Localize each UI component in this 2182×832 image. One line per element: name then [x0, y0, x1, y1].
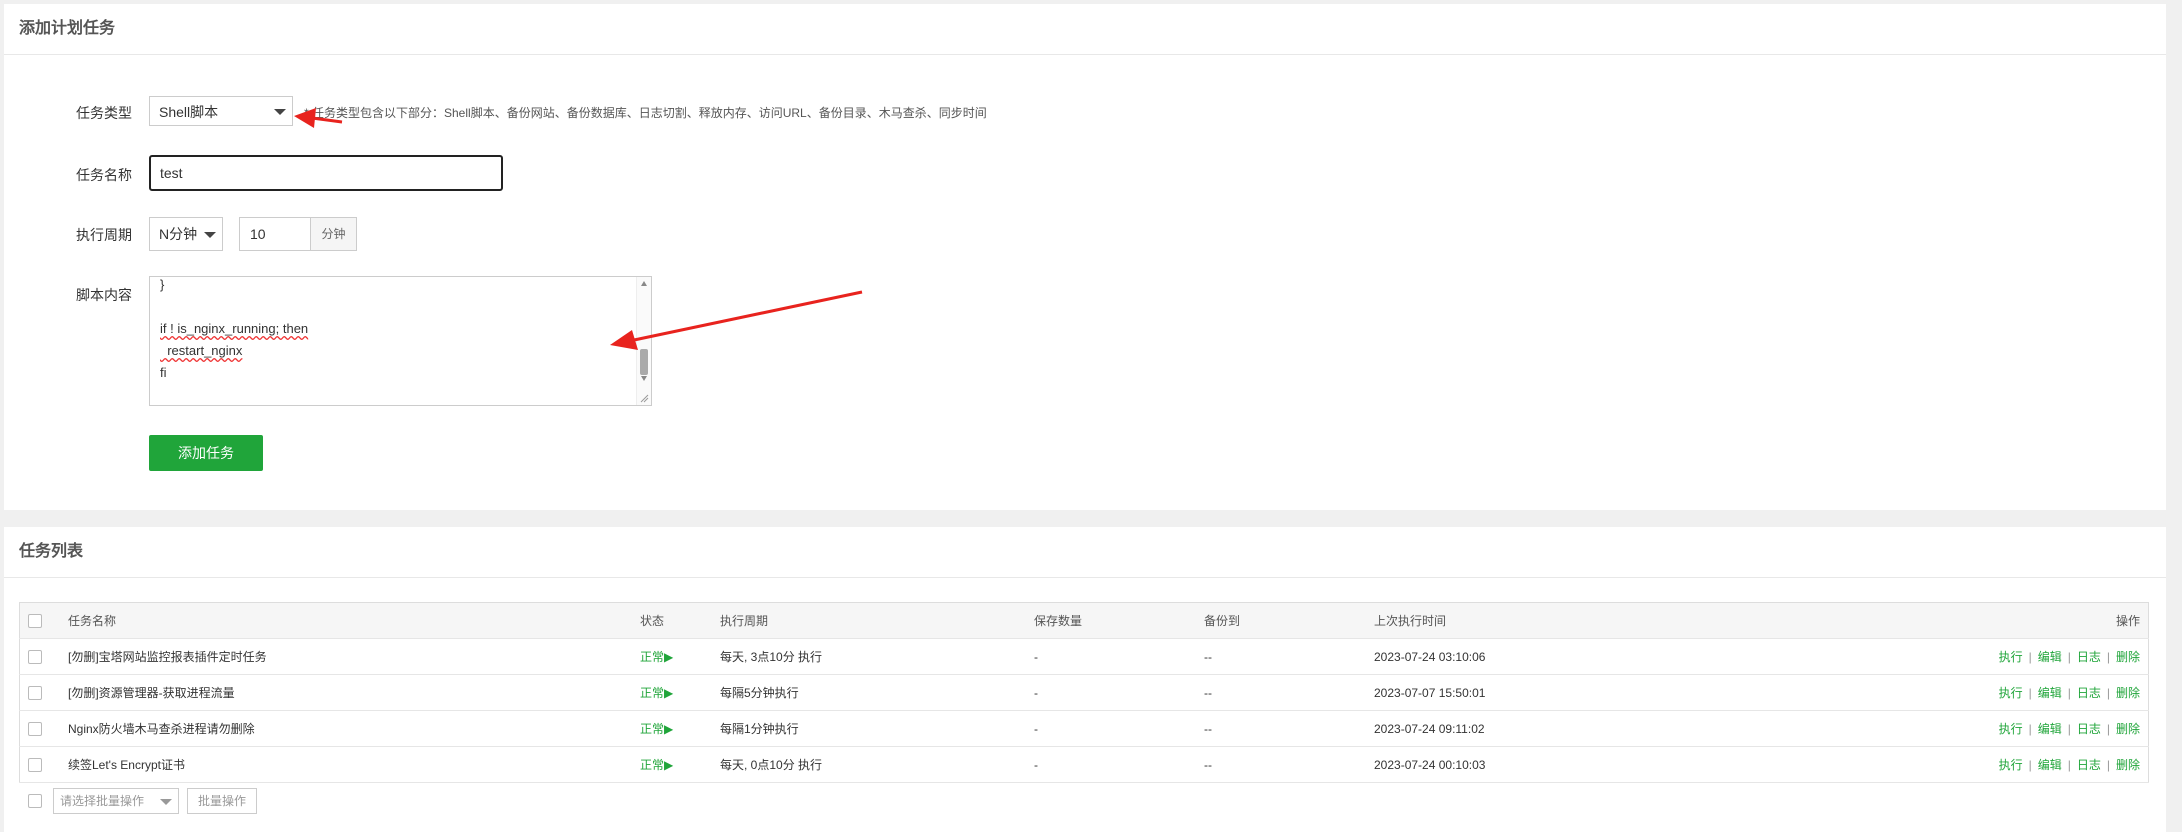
keep-cell: -	[1034, 710, 1204, 747]
log-link[interactable]: 日志	[2077, 758, 2101, 772]
actions-cell: 执行 | 编辑 | 日志 | 删除	[1734, 710, 2149, 747]
status-badge[interactable]: 正常▶	[640, 638, 720, 675]
actions-cell: 执行 | 编辑 | 日志 | 删除	[1734, 746, 2149, 783]
period-label: 执行周期	[76, 227, 132, 243]
task-name-cell: [勿删]宝塔网站监控报表插件定时任务	[68, 638, 640, 675]
bulk-action-placeholder: 请选择批量操作	[60, 794, 145, 808]
edit-link[interactable]: 编辑	[2038, 758, 2062, 772]
bulk-select-checkbox[interactable]	[28, 794, 42, 808]
task-name-value: test	[160, 165, 183, 181]
add-task-title: 添加计划任务	[4, 4, 2166, 55]
chevron-down-icon	[274, 109, 286, 115]
col-header-actions: 操作	[1734, 602, 2149, 639]
run-link[interactable]: 执行	[1999, 686, 2023, 700]
backup-cell: --	[1204, 746, 1374, 783]
task-list-panel: 任务列表 任务名称 状态 执行周期 保存数量 备份到 上次执行时间 操作 [勿删…	[4, 527, 2166, 832]
last-run-cell: 2023-07-24 09:11:02	[1374, 710, 1734, 747]
col-header-status: 状态	[640, 602, 720, 639]
last-run-cell: 2023-07-24 00:10:03	[1374, 746, 1734, 783]
period-unit-select[interactable]: N分钟	[149, 217, 223, 251]
bulk-action-select[interactable]: 请选择批量操作	[53, 788, 179, 814]
chevron-down-icon	[160, 799, 172, 805]
table-row: Nginx防火墙木马查杀进程请勿删除 正常▶ 每隔1分钟执行 - -- 2023…	[19, 710, 2149, 747]
period-cell: 每天, 0点10分 执行	[720, 746, 1034, 783]
col-header-name: 任务名称	[68, 602, 640, 639]
run-link[interactable]: 执行	[1999, 722, 2023, 736]
task-type-hint: * 任务类型包含以下部分：Shell脚本、备份网站、备份数据库、日志切割、释放内…	[304, 106, 987, 120]
delete-link[interactable]: 删除	[2116, 650, 2140, 664]
period-cell: 每天, 3点10分 执行	[720, 638, 1034, 675]
resize-grip-icon[interactable]	[639, 393, 649, 403]
keep-cell: -	[1034, 674, 1204, 711]
period-unit-value: N分钟	[159, 226, 198, 242]
task-name-label: 任务名称	[76, 167, 132, 183]
keep-cell: -	[1034, 746, 1204, 783]
col-header-last-run: 上次执行时间	[1374, 602, 1734, 639]
row-checkbox[interactable]	[28, 649, 42, 664]
select-all-checkbox[interactable]	[28, 613, 42, 628]
task-type-value: Shell脚本	[159, 104, 219, 120]
task-name-input[interactable]: test	[149, 155, 503, 191]
script-line: restart_nginx	[160, 343, 243, 358]
col-header-backup: 备份到	[1204, 602, 1374, 639]
period-minutes-input[interactable]: 10	[239, 217, 311, 251]
script-textarea[interactable]: } if ! is_nginx_running; then restart_ng…	[149, 276, 652, 406]
row-checkbox[interactable]	[28, 685, 42, 700]
delete-link[interactable]: 删除	[2116, 722, 2140, 736]
row-checkbox[interactable]	[28, 721, 42, 736]
bulk-action-button[interactable]: 批量操作	[187, 788, 257, 814]
row-checkbox[interactable]	[28, 757, 42, 772]
col-header-period: 执行周期	[720, 602, 1034, 639]
annotation-arrow-line	[633, 290, 863, 342]
task-table: 任务名称 状态 执行周期 保存数量 备份到 上次执行时间 操作 [勿删]宝塔网站…	[19, 602, 2149, 783]
actions-cell: 执行 | 编辑 | 日志 | 删除	[1734, 638, 2149, 675]
edit-link[interactable]: 编辑	[2038, 722, 2062, 736]
backup-cell: --	[1204, 638, 1374, 675]
backup-cell: --	[1204, 710, 1374, 747]
edit-link[interactable]: 编辑	[2038, 650, 2062, 664]
table-row: [勿删]资源管理器-获取进程流量 正常▶ 每隔5分钟执行 - -- 2023-0…	[19, 674, 2149, 711]
task-type-select[interactable]: Shell脚本	[149, 96, 293, 126]
script-line: fi	[160, 365, 167, 380]
edit-link[interactable]: 编辑	[2038, 686, 2062, 700]
delete-link[interactable]: 删除	[2116, 686, 2140, 700]
script-scrollbar[interactable]	[636, 277, 651, 405]
log-link[interactable]: 日志	[2077, 722, 2101, 736]
add-task-panel: 添加计划任务 任务类型 Shell脚本 * 任务类型包含以下部分：Shell脚本…	[4, 4, 2166, 510]
task-name-cell: [勿删]资源管理器-获取进程流量	[68, 674, 640, 711]
period-cell: 每隔5分钟执行	[720, 674, 1034, 711]
keep-cell: -	[1034, 638, 1204, 675]
script-label: 脚本内容	[76, 287, 132, 303]
actions-cell: 执行 | 编辑 | 日志 | 删除	[1734, 674, 2149, 711]
run-link[interactable]: 执行	[1999, 650, 2023, 664]
script-line: if ! is_nginx_running; then	[160, 321, 309, 336]
log-link[interactable]: 日志	[2077, 686, 2101, 700]
col-header-keep: 保存数量	[1034, 602, 1204, 639]
script-line: }	[160, 277, 165, 292]
table-row: 续签Let's Encrypt证书 正常▶ 每天, 0点10分 执行 - -- …	[19, 746, 2149, 783]
last-run-cell: 2023-07-24 03:10:06	[1374, 638, 1734, 675]
backup-cell: --	[1204, 674, 1374, 711]
table-header-row: 任务名称 状态 执行周期 保存数量 备份到 上次执行时间 操作	[19, 602, 2149, 639]
status-badge[interactable]: 正常▶	[640, 746, 720, 783]
table-row: [勿删]宝塔网站监控报表插件定时任务 正常▶ 每天, 3点10分 执行 - --…	[19, 638, 2149, 675]
chevron-down-icon	[204, 232, 216, 238]
log-link[interactable]: 日志	[2077, 650, 2101, 664]
task-name-cell: Nginx防火墙木马查杀进程请勿删除	[68, 710, 640, 747]
run-link[interactable]: 执行	[1999, 758, 2023, 772]
task-type-label: 任务类型	[76, 105, 132, 121]
period-minutes-addon: 分钟	[311, 217, 357, 251]
delete-link[interactable]: 删除	[2116, 758, 2140, 772]
scrollbar-arrows-icon	[640, 281, 648, 381]
period-minutes-value: 10	[250, 226, 266, 242]
status-badge[interactable]: 正常▶	[640, 710, 720, 747]
last-run-cell: 2023-07-07 15:50:01	[1374, 674, 1734, 711]
period-cell: 每隔1分钟执行	[720, 710, 1034, 747]
task-list-title: 任务列表	[4, 527, 2166, 578]
task-name-cell: 续签Let's Encrypt证书	[68, 746, 640, 783]
add-task-button[interactable]: 添加任务	[149, 435, 263, 471]
status-badge[interactable]: 正常▶	[640, 674, 720, 711]
